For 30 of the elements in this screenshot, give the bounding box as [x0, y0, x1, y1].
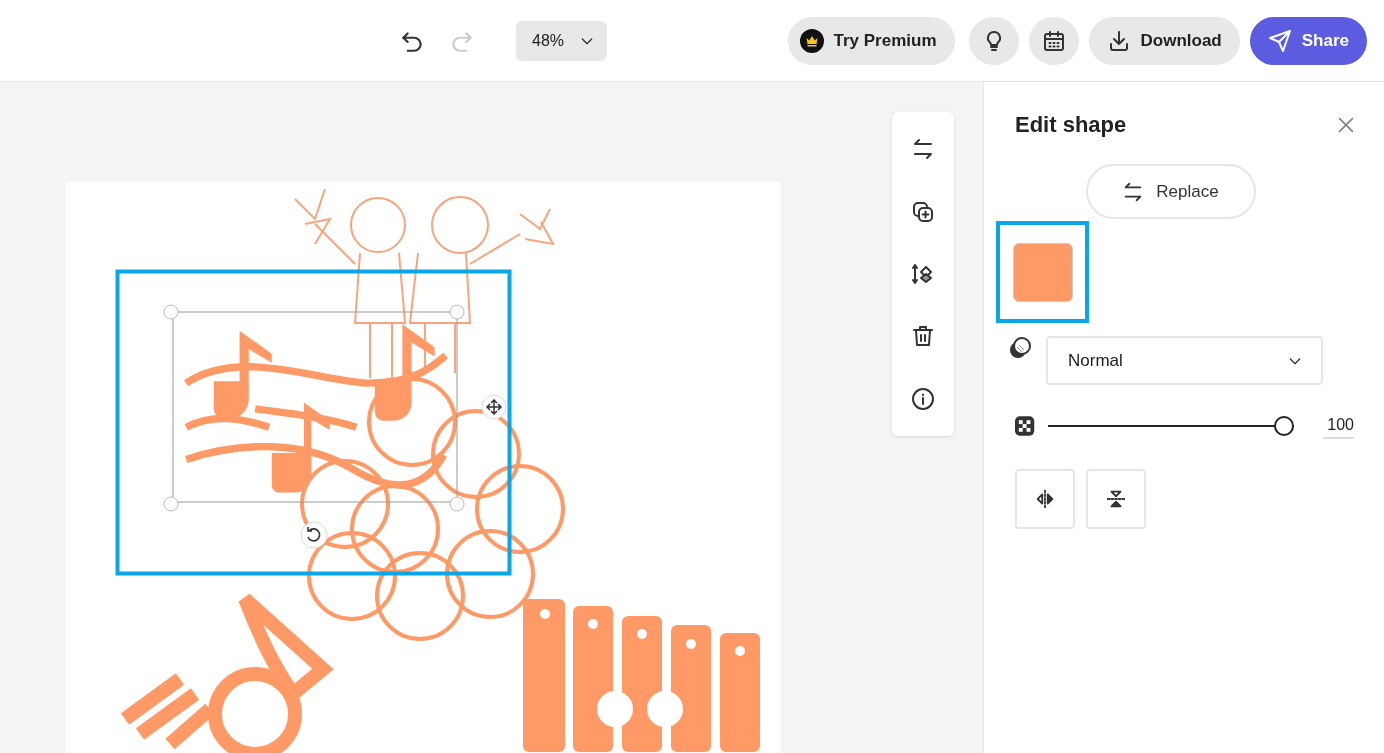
slider-thumb[interactable] [1274, 416, 1295, 437]
color-swatch[interactable] [1012, 242, 1073, 302]
flip-horizontal-button[interactable] [1015, 469, 1075, 530]
resize-handle[interactable] [163, 496, 179, 512]
rotate-icon[interactable] [300, 521, 328, 549]
flip-horizontal-icon [1034, 488, 1056, 511]
resize-handle[interactable] [163, 304, 179, 320]
opacity-icon [1014, 415, 1036, 438]
panel-title: Edit shape [1015, 112, 1127, 139]
share-button[interactable]: Share [1249, 16, 1367, 65]
crown-icon [799, 28, 824, 53]
trash-icon [911, 324, 935, 349]
calendar-icon [1041, 28, 1066, 53]
blend-mode-icon [1008, 336, 1032, 361]
resize-handle[interactable] [449, 496, 465, 512]
duplicate-icon [911, 199, 935, 224]
try-premium-button[interactable]: Try Premium [787, 16, 955, 65]
swap-arrows-icon [911, 137, 935, 162]
move-icon[interactable] [481, 394, 507, 420]
send-icon [1267, 28, 1292, 53]
replace-button[interactable]: Replace [1085, 164, 1256, 220]
zoom-dropdown[interactable]: 48% [516, 20, 607, 61]
flip-vertical-button[interactable] [1086, 469, 1146, 530]
info-icon [911, 386, 935, 411]
color-swatch-frame[interactable] [996, 221, 1089, 324]
blend-mode-dropdown[interactable]: Normal [1046, 336, 1323, 386]
opacity-value[interactable]: 100 [1323, 413, 1354, 440]
download-button[interactable]: Download [1088, 16, 1240, 65]
resize-handle[interactable] [449, 304, 465, 320]
arrange-layers-icon [911, 261, 935, 286]
